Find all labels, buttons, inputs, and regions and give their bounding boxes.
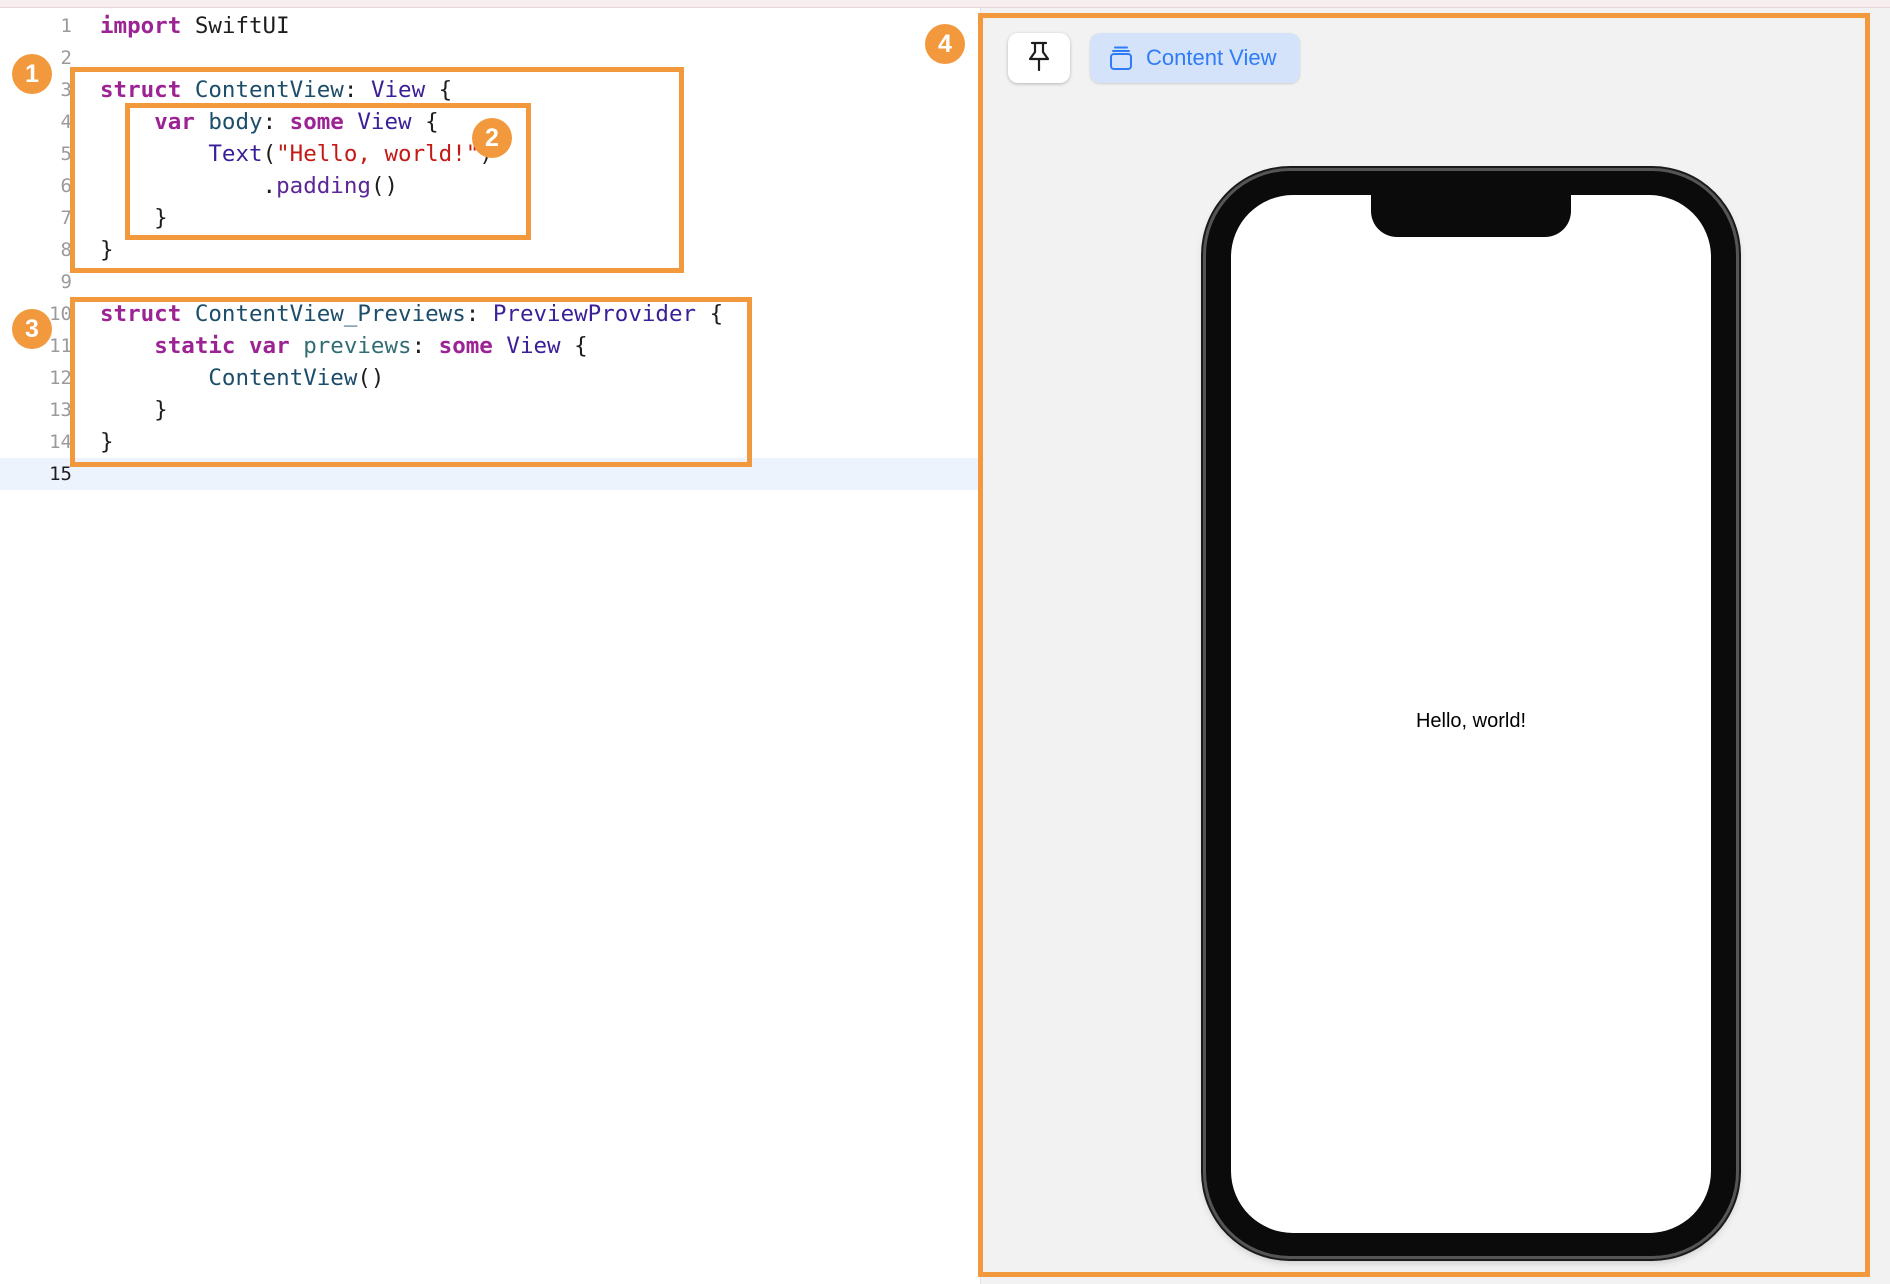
window-top-border [0, 0, 1890, 8]
annotation-box-2 [125, 103, 531, 240]
line-number: 6 [60, 175, 72, 197]
line-number: 8 [60, 239, 72, 261]
line-number: 5 [60, 143, 72, 165]
annotation-badge-3: 3 [12, 309, 52, 349]
code-token: SwiftUI [181, 13, 290, 39]
line-number: 9 [60, 271, 72, 293]
code-text: import SwiftUI [100, 10, 290, 42]
line-number: 4 [60, 111, 72, 133]
line-number: 7 [60, 207, 72, 229]
line-number: 13 [49, 399, 72, 421]
code-token: import [100, 13, 182, 39]
line-number: 15 [49, 463, 72, 485]
line-number: 14 [49, 431, 72, 453]
annotation-box-3 [70, 297, 752, 467]
annotation-badge-4: 4 [925, 24, 965, 64]
app-window: 1 import SwiftUI 2 3 struct ContentView: Vie… [0, 0, 1890, 1284]
annotation-box-4 [978, 13, 1870, 1277]
annotation-badge-2: 2 [472, 118, 512, 158]
line-number: 1 [60, 15, 72, 37]
annotation-badge-1: 1 [12, 54, 52, 94]
code-line[interactable]: 1 import SwiftUI [0, 10, 980, 42]
line-number: 12 [49, 367, 72, 389]
